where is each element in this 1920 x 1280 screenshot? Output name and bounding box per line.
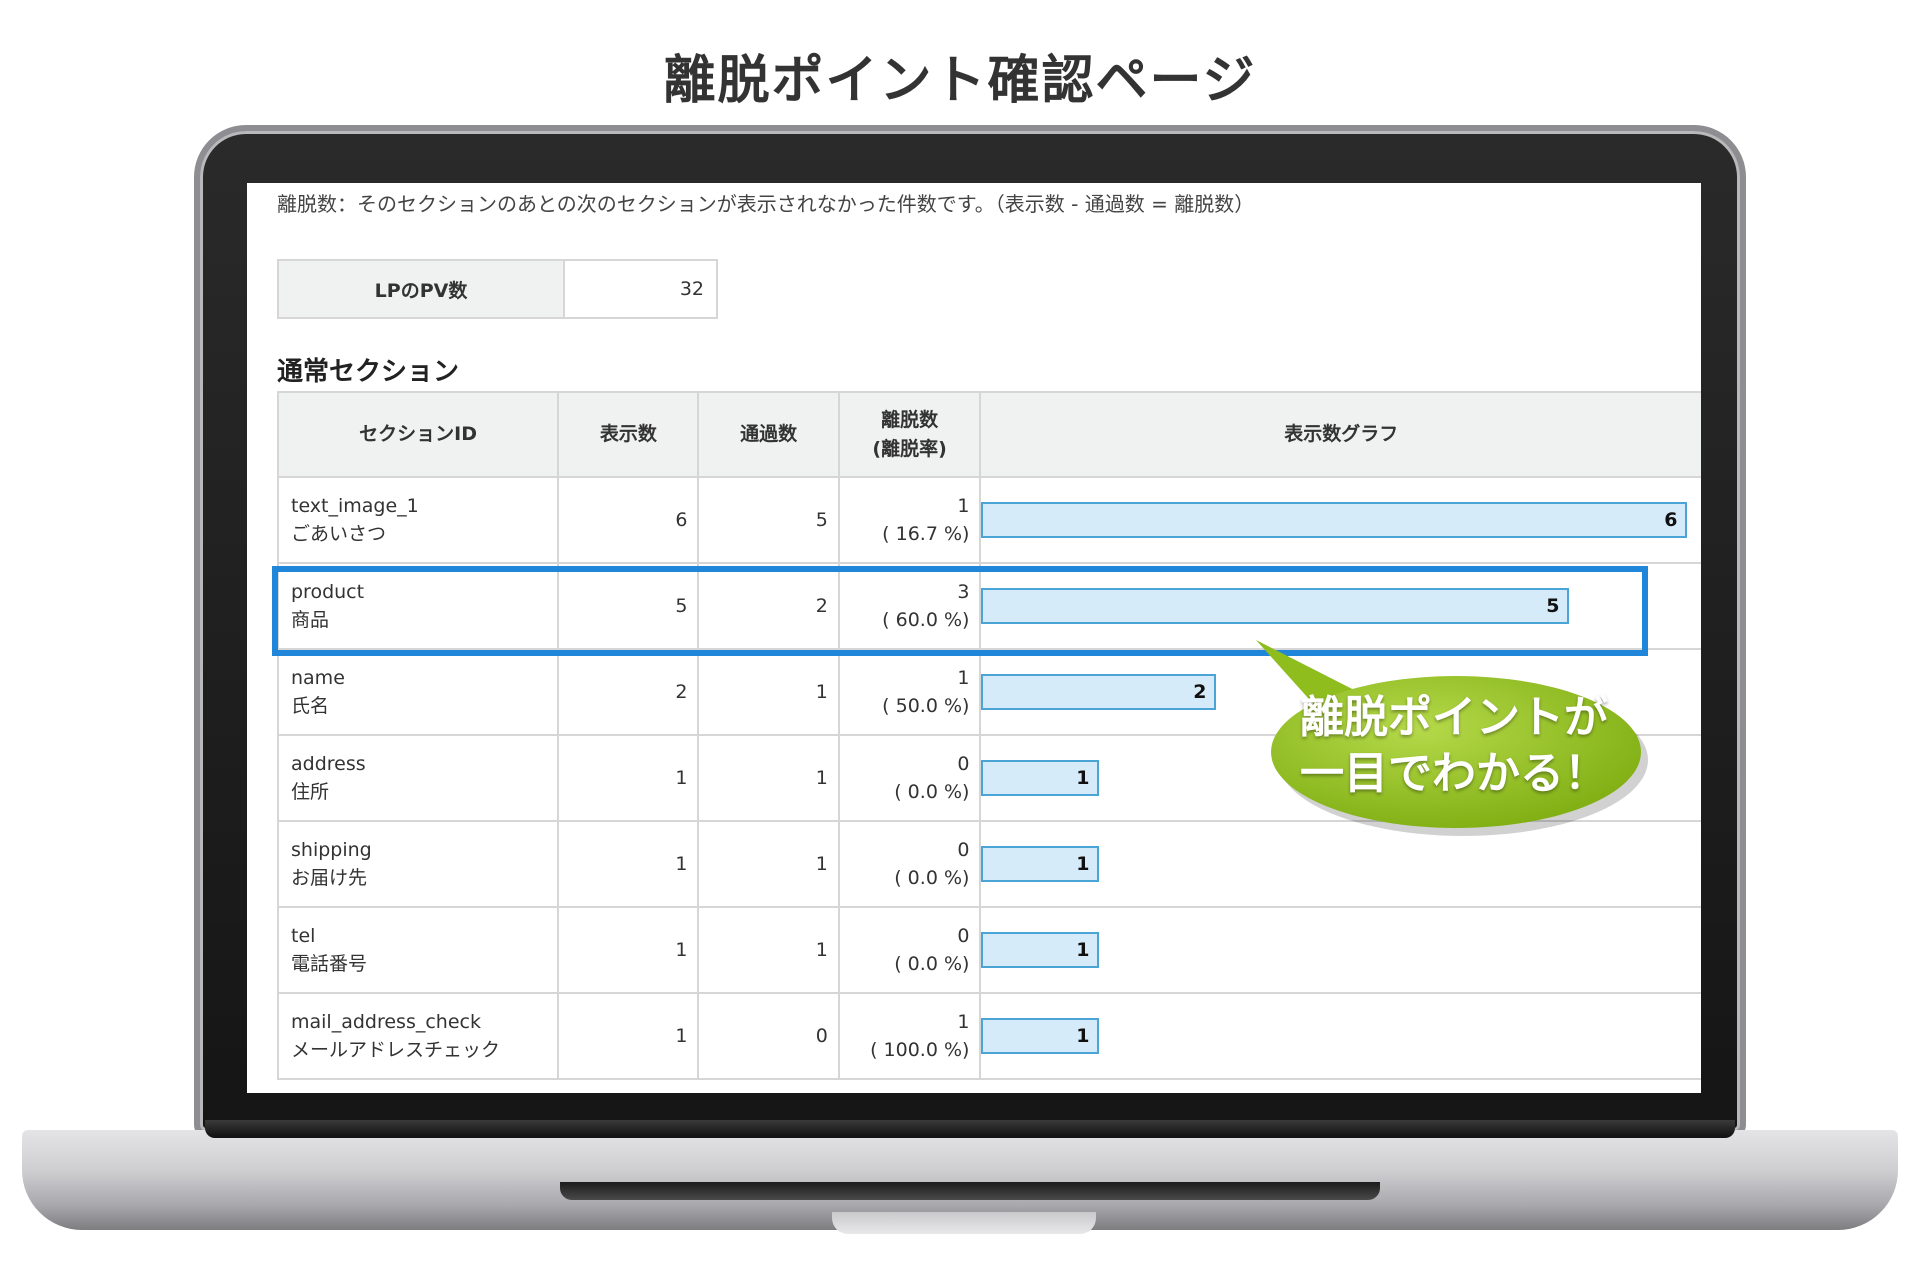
section-id: product [291,581,365,603]
cell-exits: 3 ( 60.0 %) [837,562,982,650]
cell-views: 1 [557,820,700,908]
views-bar: 5 [981,588,1570,624]
views-bar: 1 [981,846,1100,882]
pv-table: LPのPV数 32 [277,259,718,319]
section-name: メールアドレスチェック [291,1039,501,1061]
header-exits-label: 離脱数 [881,408,939,431]
cell-section-id: tel 電話番号 [276,906,560,994]
section-name: お届け先 [291,867,368,889]
section-name: 氏名 [291,695,330,717]
laptop-screen: 離脱数：そのセクションのあとの次のセクションが表示されなかった件数です。（表示数… [247,183,1701,1093]
cell-passes: 2 [697,562,840,650]
section-name: 住所 [291,781,330,803]
exit-count: 1 [957,667,970,689]
views-bar: 1 [981,760,1100,796]
exit-count: 1 [957,1011,970,1033]
exit-count: 3 [957,581,970,603]
exit-description: 離脱数：そのセクションのあとの次のセクションが表示されなかった件数です。（表示数… [277,192,1255,216]
section-id: text_image_1 [291,495,419,517]
cell-exits: 0 ( 0.0 %) [837,906,982,994]
callout-line-2: 一目でわかる！ [1300,748,1608,799]
table-row: tel 電話番号 1 1 0( 0.0 %) 1 [276,906,1701,994]
section-name: 商品 [291,609,330,631]
cell-passes: 0 [697,992,840,1080]
header-exits: 離脱数 (離脱率) [837,391,982,478]
exit-count: 0 [957,753,970,775]
views-bar: 6 [981,502,1688,538]
cell-views: 5 [557,562,700,650]
exit-rate: ( 100.0 %) [870,1039,970,1061]
section-title: 通常セクション [277,357,460,387]
views-bar: 1 [981,932,1100,968]
cell-graph: 5 [979,562,1701,650]
cell-section-id: text_image_1 ごあいさつ [276,476,560,564]
cell-passes: 1 [697,820,840,908]
section-id: address [291,753,366,775]
table-row: product 商品 5 2 3( 60.0 %) 5 [276,562,1701,650]
laptop-hinge [205,1120,1735,1138]
cell-exits: 0 ( 0.0 %) [837,820,982,908]
header-graph: 表示数グラフ [979,391,1701,478]
cell-views: 2 [557,648,700,736]
cell-section-id: shipping お届け先 [276,820,560,908]
cell-graph: 1 [979,906,1701,994]
header-exits-rate-label: (離脱率) [872,437,947,460]
exit-count: 1 [957,495,970,517]
exit-rate: ( 50.0 %) [882,695,970,717]
views-bar: 1 [981,1018,1100,1054]
section-id: name [291,667,345,689]
cell-passes: 5 [697,476,840,564]
page-title: 離脱ポイント確認ページ [663,51,1257,111]
exit-rate: ( 0.0 %) [894,781,970,803]
cell-exits: 1 ( 100.0 %) [837,992,982,1080]
cell-section-id: address 住所 [276,734,560,822]
keyboard-edge [560,1182,1380,1200]
header-passes: 通過数 [697,391,840,478]
callout-text: 離脱ポイントが 一目でわかる！ [1272,690,1636,802]
header-views: 表示数 [557,391,700,478]
views-bar: 2 [981,674,1217,710]
cell-views: 1 [557,992,700,1080]
cell-exits: 1 ( 50.0 %) [837,648,982,736]
exit-count: 0 [957,925,970,947]
pv-label: LPのPV数 [277,259,565,319]
cell-graph: 1 [979,992,1701,1080]
section-id: shipping [291,839,372,861]
section-id: mail_address_check [291,1011,481,1033]
cell-views: 1 [557,734,700,822]
header-section-id: セクションID [276,391,560,478]
cell-passes: 1 [697,906,840,994]
exit-rate: ( 16.7 %) [882,523,970,545]
cell-passes: 1 [697,648,840,736]
cell-passes: 1 [697,734,840,822]
exit-rate: ( 0.0 %) [894,867,970,889]
cell-graph: 6 [979,476,1701,564]
cell-exits: 1 ( 16.7 %) [837,476,982,564]
cell-exits: 0 ( 0.0 %) [837,734,982,822]
cell-views: 1 [557,906,700,994]
exit-count: 0 [957,839,970,861]
cell-section-id: product 商品 [276,562,560,650]
section-id: tel [291,925,316,947]
callout-line-1: 離脱ポイントが [1300,692,1608,743]
cell-views: 6 [557,476,700,564]
exit-rate: ( 60.0 %) [882,609,970,631]
table-row: mail_address_check メールアドレスチェック 1 0 1( 100.0 … [276,992,1701,1080]
section-name: 電話番号 [291,953,368,975]
cell-section-id: mail_address_check メールアドレスチェック [276,992,560,1080]
pv-value: 32 [563,259,718,319]
cell-section-id: name 氏名 [276,648,560,736]
lid-notch [832,1212,1096,1234]
section-name: ごあいさつ [291,523,387,545]
table-row: text_image_1 ごあいさつ 6 5 1( 16.7 %) 6 [276,476,1701,564]
exit-rate: ( 0.0 %) [894,953,970,975]
